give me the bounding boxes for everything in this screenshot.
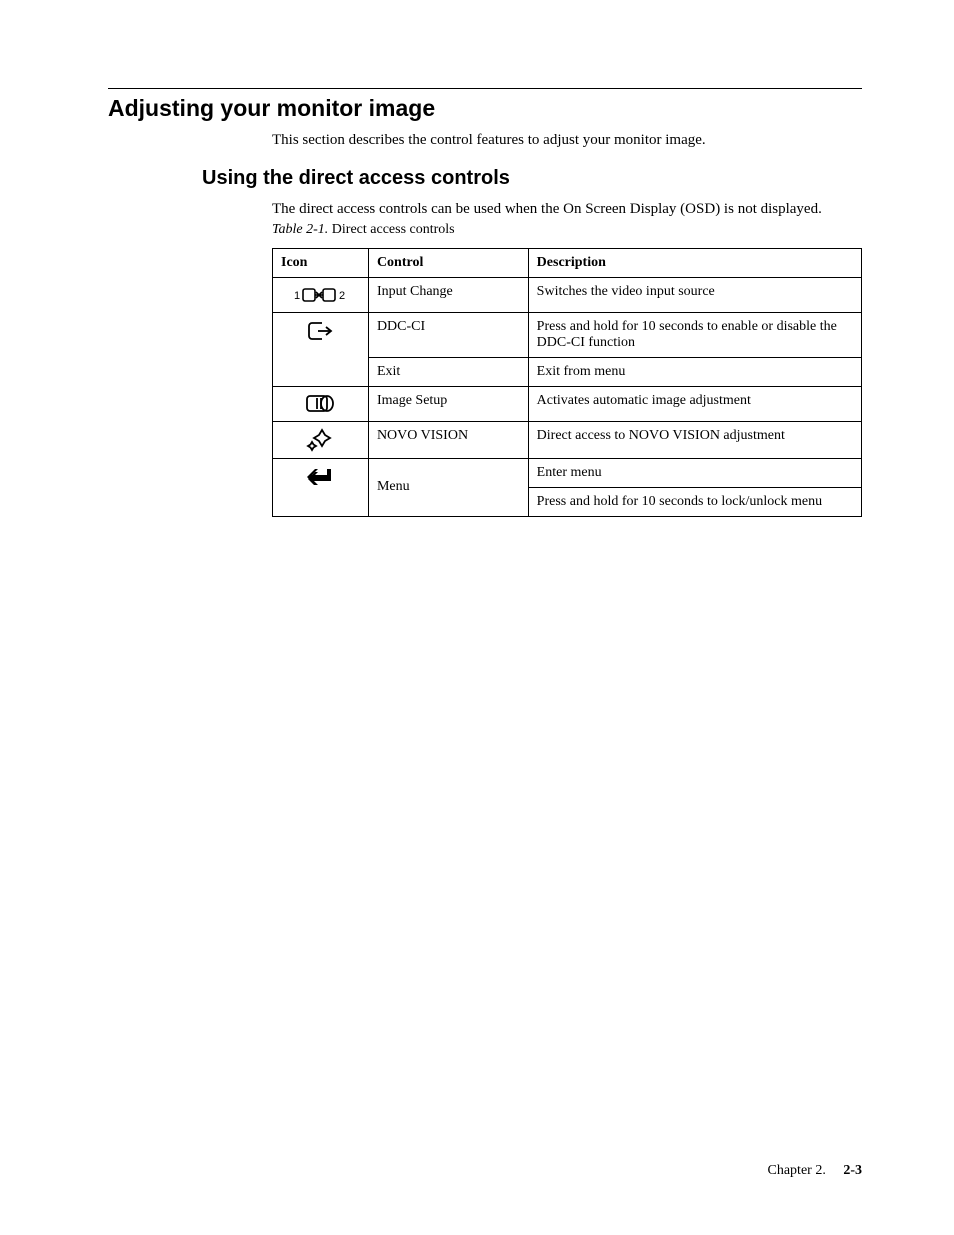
direct-access-table: Icon Control Description 1 2 Input Chang… bbox=[272, 248, 862, 517]
section-intro: This section describes the control featu… bbox=[108, 132, 862, 149]
cell-desc: Activates automatic image adjustment bbox=[528, 386, 861, 421]
th-icon: Icon bbox=[273, 248, 369, 277]
cell-desc: Press and hold for 10 seconds to enable … bbox=[528, 312, 861, 357]
cell-control: NOVO VISION bbox=[368, 421, 528, 458]
cell-control: Input Change bbox=[368, 277, 528, 312]
table-row: DDC-CI Press and hold for 10 seconds to … bbox=[273, 312, 862, 357]
table-row: NOVO VISION Direct access to NOVO VISION… bbox=[273, 421, 862, 458]
cell-desc: Enter menu bbox=[528, 458, 861, 487]
table-row: Image Setup Activates automatic image ad… bbox=[273, 386, 862, 421]
cell-control: DDC-CI bbox=[368, 312, 528, 357]
cell-desc: Exit from menu bbox=[528, 357, 861, 386]
menu-icon bbox=[273, 458, 369, 516]
image-setup-icon bbox=[273, 386, 369, 421]
cell-control: Exit bbox=[368, 357, 528, 386]
table-caption: Table 2-1. Direct access controls bbox=[272, 222, 862, 238]
subsection-intro: The direct access controls can be used w… bbox=[272, 200, 862, 220]
page-footer: Chapter 2. 2-3 bbox=[768, 1163, 863, 1179]
svg-text:2: 2 bbox=[339, 290, 345, 302]
table-row: 1 2 Input Change Switches the video inpu… bbox=[273, 277, 862, 312]
caption-text: Direct access controls bbox=[328, 222, 454, 237]
section-rule bbox=[108, 88, 862, 89]
table-row: Menu Enter menu bbox=[273, 458, 862, 487]
cell-control: Menu bbox=[368, 458, 528, 516]
cell-desc: Press and hold for 10 seconds to lock/un… bbox=[528, 487, 861, 516]
exit-icon bbox=[273, 312, 369, 386]
th-description: Description bbox=[528, 248, 861, 277]
cell-control: Image Setup bbox=[368, 386, 528, 421]
input-change-icon: 1 2 bbox=[273, 277, 369, 312]
table-header-row: Icon Control Description bbox=[273, 248, 862, 277]
svg-text:1: 1 bbox=[294, 290, 300, 302]
cell-desc: Switches the video input source bbox=[528, 277, 861, 312]
cell-desc: Direct access to NOVO VISION adjustment bbox=[528, 421, 861, 458]
footer-page-number: 2-3 bbox=[843, 1163, 862, 1178]
novo-vision-icon bbox=[273, 421, 369, 458]
caption-label: Table 2-1. bbox=[272, 222, 328, 237]
section-title: Adjusting your monitor image bbox=[108, 95, 862, 122]
th-control: Control bbox=[368, 248, 528, 277]
footer-chapter: Chapter 2. bbox=[768, 1163, 826, 1178]
subsection-title: Using the direct access controls bbox=[108, 167, 862, 190]
